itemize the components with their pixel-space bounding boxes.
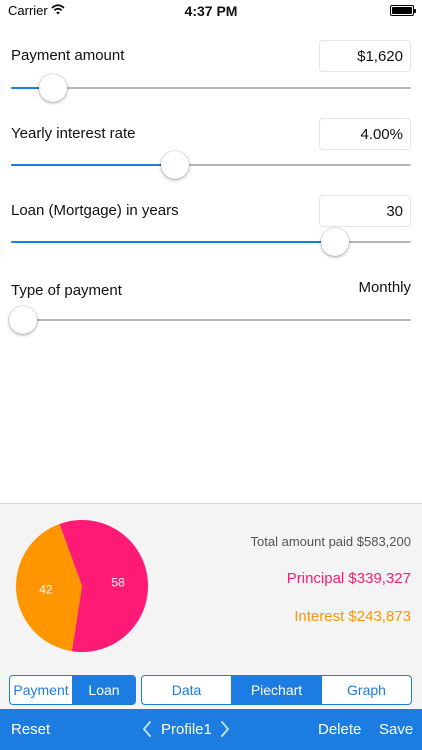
- battery-level: [392, 7, 412, 14]
- interest-rate-slider[interactable]: [11, 151, 411, 179]
- payment-amount-slider[interactable]: [11, 74, 411, 102]
- chevron-right-icon[interactable]: [218, 719, 232, 739]
- loan-years-slider-fill: [11, 241, 335, 243]
- segment-piechart[interactable]: Piechart: [232, 676, 322, 704]
- payment-amount-field[interactable]: $1,620: [319, 40, 411, 72]
- payment-amount-label: Payment amount: [11, 47, 125, 64]
- segment-loan[interactable]: Loan: [73, 676, 135, 704]
- status-bar: Carrier 4:37 PM: [0, 0, 422, 22]
- pie-slice-label-0: 58: [111, 575, 125, 589]
- view-segmented-control: Data Piechart Graph: [141, 675, 412, 705]
- chevron-left-icon[interactable]: [140, 719, 154, 739]
- interest-amount-label: Interest $243,873: [294, 608, 411, 625]
- save-button[interactable]: Save: [379, 721, 413, 738]
- delete-button[interactable]: Delete: [318, 721, 361, 738]
- payment-type-slider-thumb[interactable]: [9, 306, 37, 334]
- total-amount-label: Total amount paid $583,200: [250, 534, 411, 549]
- payment-type-label: Type of payment: [11, 282, 122, 299]
- reset-button[interactable]: Reset: [11, 721, 50, 738]
- payment-pie-chart: 58 42: [16, 520, 149, 652]
- interest-rate-field[interactable]: 4.00%: [319, 118, 411, 150]
- loan-years-slider[interactable]: [11, 228, 411, 256]
- payment-type-value: Monthly: [358, 279, 411, 296]
- segment-payment[interactable]: Payment: [10, 676, 73, 704]
- interest-rate-label: Yearly interest rate: [11, 125, 136, 142]
- mode-segmented-control: Payment Loan: [9, 675, 136, 705]
- segment-data[interactable]: Data: [142, 676, 232, 704]
- pie-slice-label-1: 42: [39, 583, 53, 597]
- loan-years-field[interactable]: 30: [319, 195, 411, 227]
- interest-rate-slider-fill: [11, 164, 175, 166]
- results-panel: 58 42 Total amount paid $583,200 Principa…: [0, 503, 422, 709]
- principal-amount-label: Principal $339,327: [286, 570, 411, 587]
- segment-graph[interactable]: Graph: [322, 676, 411, 704]
- loan-years-label: Loan (Mortgage) in years: [11, 202, 179, 219]
- battery-icon: [390, 5, 416, 16]
- profile-name[interactable]: Profile1: [161, 721, 212, 738]
- payment-amount-slider-thumb[interactable]: [39, 74, 67, 102]
- payment-type-slider[interactable]: [9, 306, 411, 334]
- status-time: 4:37 PM: [184, 3, 238, 19]
- interest-rate-slider-thumb[interactable]: [161, 151, 189, 179]
- bottom-toolbar: Reset Profile1 Delete Save: [0, 709, 422, 750]
- loan-years-slider-thumb[interactable]: [321, 228, 349, 256]
